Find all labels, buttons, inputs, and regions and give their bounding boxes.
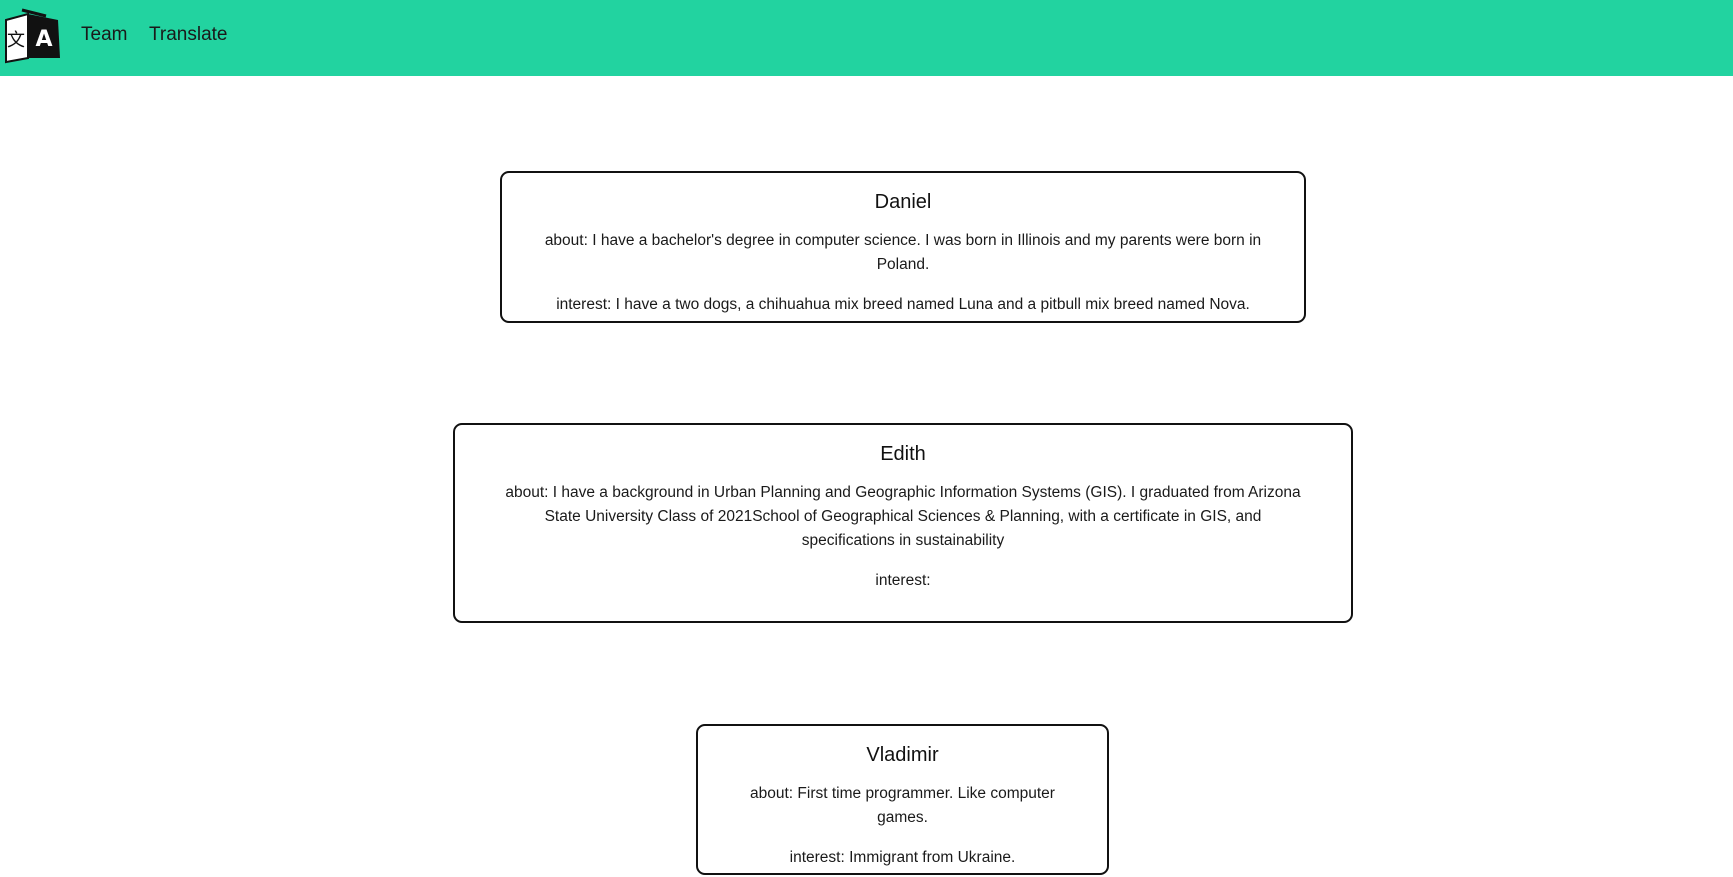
member-name: Daniel — [874, 191, 932, 213]
svg-text:文: 文 — [7, 30, 25, 51]
member-about: about: I have a background in Urban Plan… — [505, 484, 1301, 549]
team-card-vladimir: Vladimir about: First time programmer. L… — [696, 724, 1109, 875]
member-about: about: I have a bachelor's degree in com… — [544, 232, 1262, 273]
member-name: Edith — [880, 443, 926, 465]
nav-link-translate[interactable]: Translate — [149, 24, 228, 46]
svg-text:A: A — [35, 27, 52, 52]
navbar: 文 A Team Translate — [0, 0, 1733, 76]
member-interest: interest: — [875, 572, 931, 589]
team-card-daniel: Daniel about: I have a bachelor's degree… — [500, 171, 1306, 323]
member-name: Vladimir — [866, 744, 939, 766]
member-interest: interest: I have a two dogs, a chihuahua… — [556, 296, 1250, 313]
team-card-edith: Edith about: I have a background in Urba… — [453, 423, 1353, 623]
member-interest: interest: Immigrant from Ukraine. — [789, 849, 1016, 866]
translate-logo-icon[interactable]: 文 A — [2, 8, 62, 64]
nav-link-team[interactable]: Team — [81, 24, 127, 46]
member-about: about: First time programmer. Like compu… — [750, 785, 1055, 826]
